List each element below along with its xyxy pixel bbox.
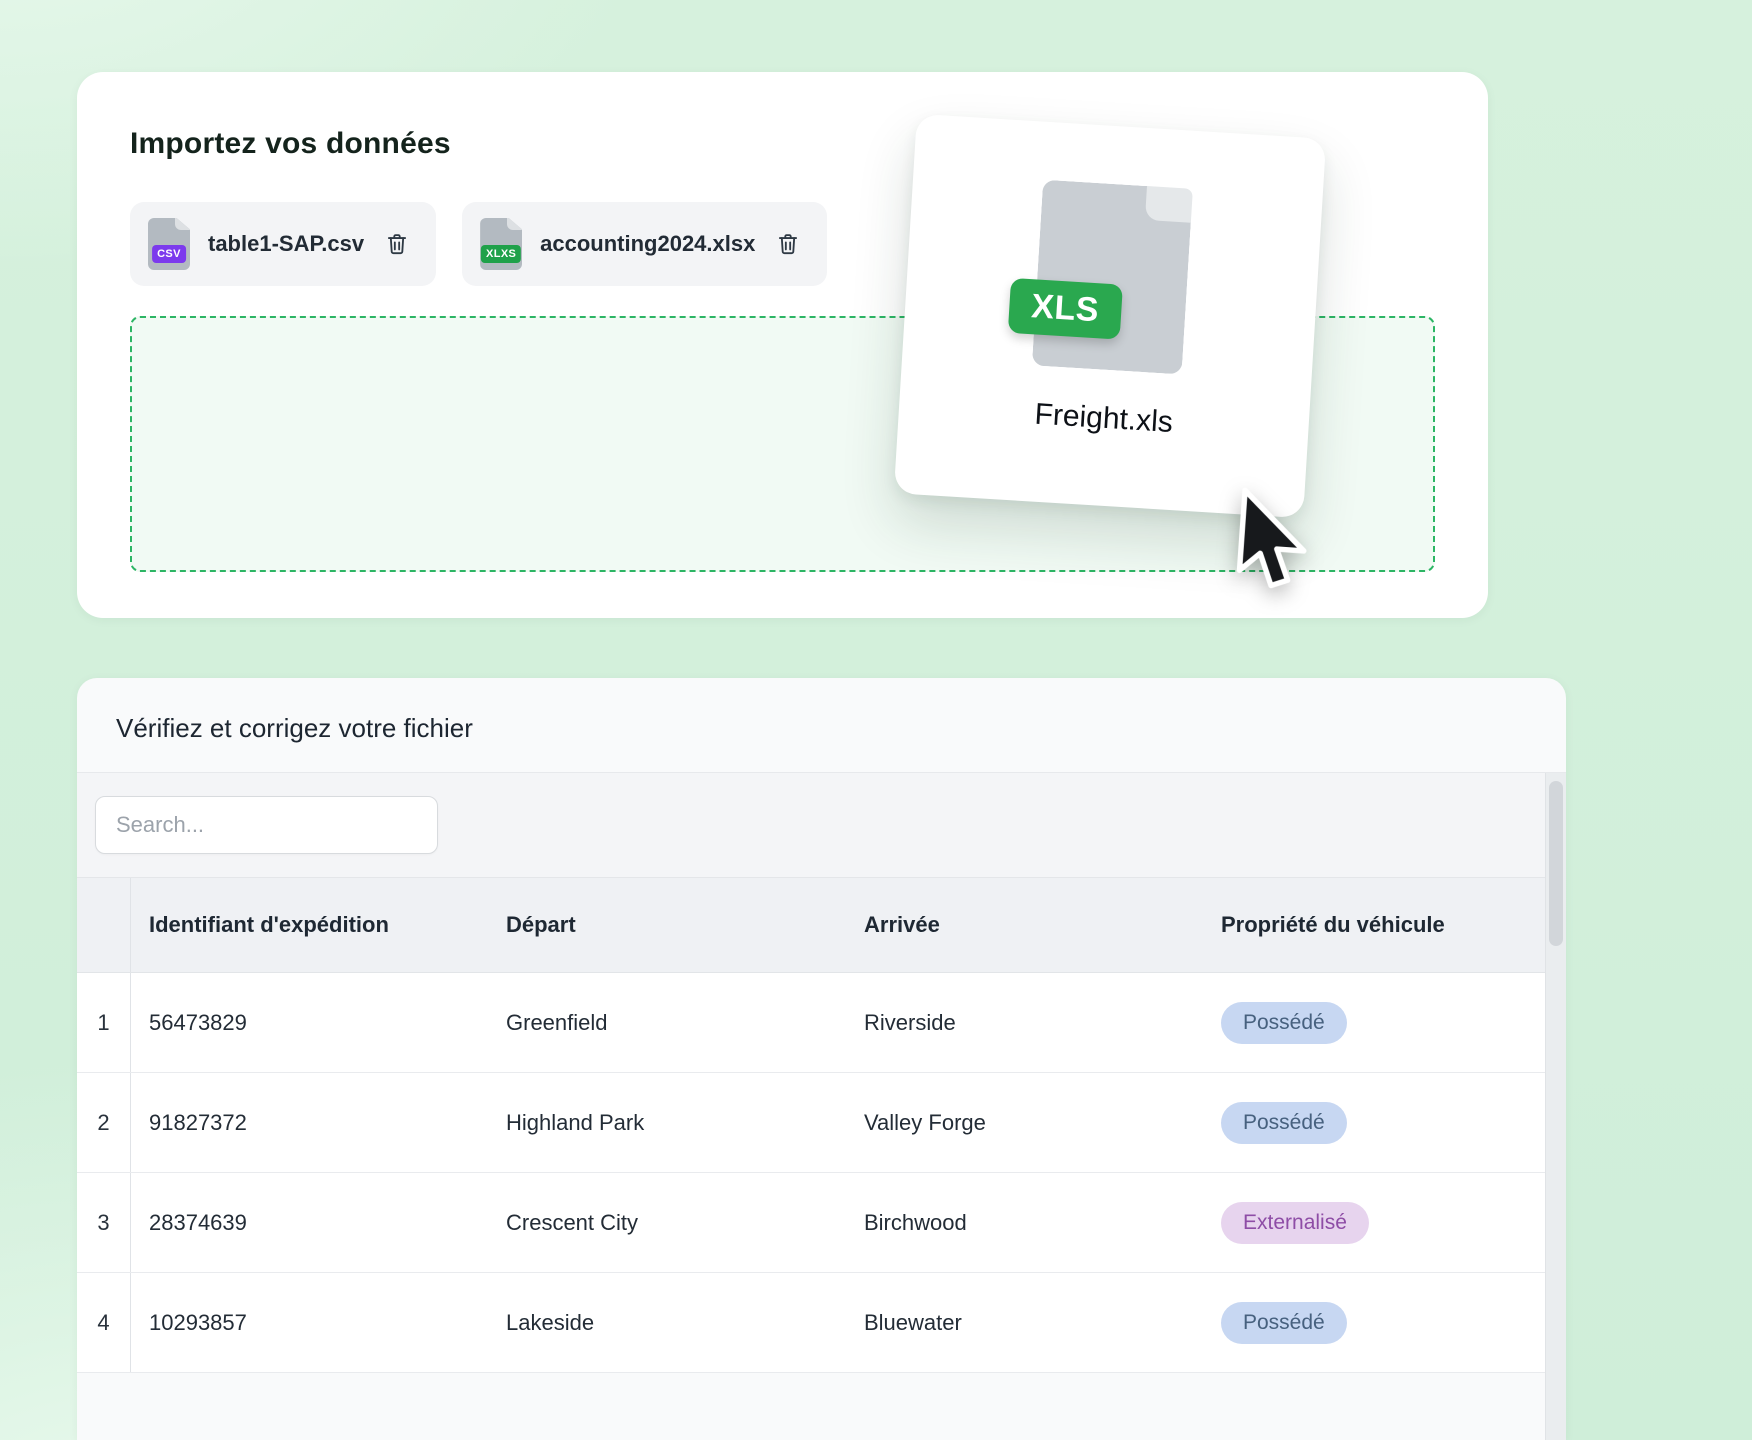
- mouse-cursor-icon: [1222, 485, 1321, 595]
- row-number: 4: [77, 1273, 131, 1372]
- row-number: 1: [77, 973, 131, 1072]
- cell-arrivee: Riverside: [846, 1010, 1203, 1036]
- xls-badge: XLS: [1008, 278, 1123, 340]
- folded-corner: [507, 218, 522, 230]
- table-row[interactable]: 1 56473829 Greenfield Riverside Possédé: [77, 973, 1566, 1073]
- dragged-file-card: XLS Freight.xls: [894, 114, 1326, 518]
- trash-icon: [384, 231, 410, 257]
- cell-shipment-id: 28374639: [131, 1210, 488, 1236]
- cell-depart: Lakeside: [488, 1310, 846, 1336]
- file-type-icon: CSV: [148, 218, 190, 270]
- cell-depart: Greenfield: [488, 1010, 846, 1036]
- column-header-arrivee: Arrivée: [846, 912, 1203, 938]
- delete-file-button[interactable]: [382, 228, 412, 260]
- cell-shipment-id: 91827372: [131, 1110, 488, 1136]
- column-header-depart: Départ: [488, 912, 846, 938]
- table-toolbar: [77, 773, 1566, 877]
- folded-corner: [1145, 186, 1193, 223]
- cell-depart: Crescent City: [488, 1210, 846, 1236]
- file-format-badge: CSV: [152, 245, 186, 263]
- column-header-shipment-id: Identifiant d'expédition: [131, 912, 488, 938]
- folded-corner: [175, 218, 190, 230]
- cell-arrivee: Bluewater: [846, 1310, 1203, 1336]
- uploaded-file-chip: XLXS accounting2024.xlsx: [462, 202, 827, 286]
- review-title: Vérifiez et corrigez votre fichier: [77, 678, 1566, 772]
- cell-propriete: Possédé: [1203, 1102, 1566, 1144]
- cell-shipment-id: 10293857: [131, 1310, 488, 1336]
- ownership-pill[interactable]: Possédé: [1221, 1002, 1347, 1044]
- uploaded-file-chip: CSV table1-SAP.csv: [130, 202, 436, 286]
- cell-depart: Highland Park: [488, 1110, 846, 1136]
- ownership-pill[interactable]: Externalisé: [1221, 1202, 1369, 1244]
- file-format-badge: XLXS: [481, 245, 521, 263]
- cell-arrivee: Valley Forge: [846, 1110, 1203, 1136]
- vertical-scrollbar[interactable]: [1545, 773, 1566, 1440]
- table-body: 1 56473829 Greenfield Riverside Possédé …: [77, 973, 1566, 1373]
- file-name: accounting2024.xlsx: [540, 231, 755, 257]
- trash-icon: [775, 231, 801, 257]
- scrollbar-thumb[interactable]: [1549, 781, 1563, 946]
- ownership-pill[interactable]: Possédé: [1221, 1102, 1347, 1144]
- review-card: Vérifiez et corrigez votre fichier Ident…: [77, 678, 1566, 1440]
- delete-file-button[interactable]: [773, 228, 803, 260]
- table-row[interactable]: 4 10293857 Lakeside Bluewater Possédé: [77, 1273, 1566, 1373]
- row-number: 3: [77, 1173, 131, 1272]
- cell-propriete: Possédé: [1203, 1002, 1566, 1044]
- cell-propriete: Externalisé: [1203, 1202, 1566, 1244]
- dragged-file-name: Freight.xls: [1034, 398, 1174, 440]
- cell-arrivee: Birchwood: [846, 1210, 1203, 1236]
- cell-propriete: Possédé: [1203, 1302, 1566, 1344]
- row-number-header: [77, 878, 131, 972]
- column-header-propriete: Propriété du véhicule: [1203, 912, 1566, 938]
- xls-file-icon: XLS: [1032, 180, 1193, 375]
- file-name: table1-SAP.csv: [208, 231, 364, 257]
- table-row[interactable]: 3 28374639 Crescent City Birchwood Exter…: [77, 1173, 1566, 1273]
- row-number: 2: [77, 1073, 131, 1172]
- ownership-pill[interactable]: Possédé: [1221, 1302, 1347, 1344]
- cell-shipment-id: 56473829: [131, 1010, 488, 1036]
- file-type-icon: XLXS: [480, 218, 522, 270]
- table-header: Identifiant d'expédition Départ Arrivée …: [77, 877, 1566, 973]
- search-input[interactable]: [95, 796, 438, 854]
- table-row[interactable]: 2 91827372 Highland Park Valley Forge Po…: [77, 1073, 1566, 1173]
